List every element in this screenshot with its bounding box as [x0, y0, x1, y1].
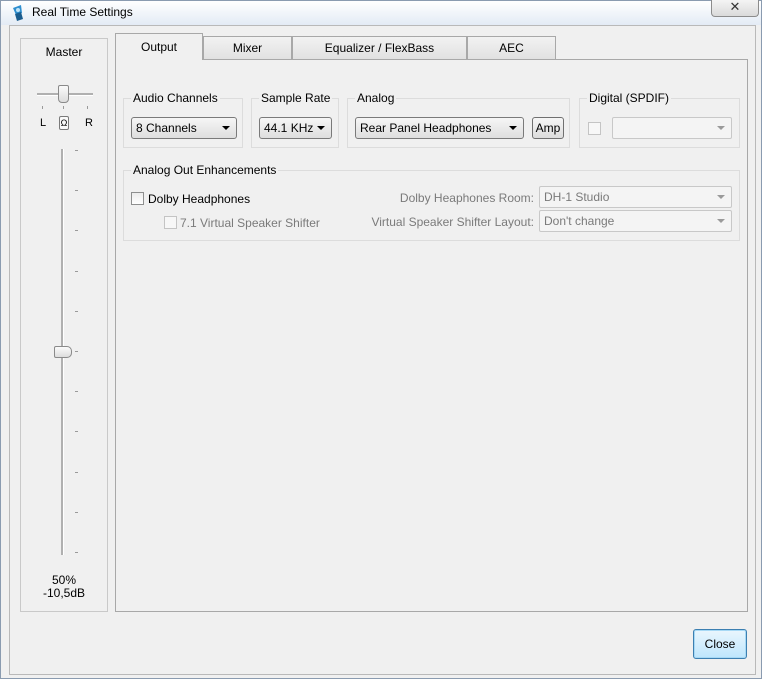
dolby-headphones-label[interactable]: Dolby Headphones	[148, 192, 250, 206]
amp-button[interactable]: Amp	[532, 117, 564, 139]
volume-tick	[75, 150, 78, 151]
volume-tick	[75, 351, 78, 352]
dropdown-arrow-icon	[317, 126, 325, 130]
output-tab-panel: Audio Channels 8 Channels Sample Rate 44…	[115, 59, 748, 612]
balance-tick	[42, 106, 43, 109]
dolby-headphones-room-dropdown[interactable]: DH-1 Studio	[539, 186, 732, 208]
volume-tick	[75, 270, 78, 272]
audio-channels-dropdown[interactable]: 8 Channels	[131, 117, 237, 139]
analog-out-enhancements-group: Analog Out Enhancements Dolby Headphones…	[123, 163, 740, 241]
dialog-client-area: Master L Ω R 50% -10,5dB Output Mixer Eq…	[9, 25, 756, 675]
enhancements-title: Analog Out Enhancements	[131, 163, 279, 177]
digital-spdif-checkbox[interactable]	[588, 122, 601, 135]
dropdown-arrow-icon	[717, 195, 725, 199]
audio-channels-group: Audio Channels 8 Channels	[123, 91, 243, 148]
dropdown-arrow-icon	[717, 126, 725, 130]
volume-tick	[75, 391, 78, 393]
analog-output-value: Rear Panel Headphones	[360, 121, 492, 135]
volume-db: -10,5dB	[42, 586, 86, 600]
volume-tick	[75, 190, 78, 192]
tab-output[interactable]: Output	[115, 33, 203, 60]
sample-rate-value: 44.1 KHz	[264, 121, 314, 135]
virtual-speaker-layout-value: Don't change	[544, 214, 615, 228]
volume-slider-thumb[interactable]	[54, 346, 72, 358]
dropdown-arrow-icon	[509, 126, 517, 130]
dolby-headphones-room-value: DH-1 Studio	[544, 190, 610, 204]
volume-tick	[75, 471, 78, 473]
digital-spdif-group: Digital (SPDIF)	[579, 91, 740, 148]
dolby-headphones-room-label: Dolby Heaphones Room:	[399, 191, 534, 205]
analog-output-dropdown[interactable]: Rear Panel Headphones	[355, 117, 524, 139]
volume-tick	[75, 511, 78, 513]
master-title: Master	[45, 45, 83, 59]
window-title: Real Time Settings	[32, 5, 133, 19]
audio-channels-title: Audio Channels	[131, 91, 220, 105]
virtual-speaker-shifter-label[interactable]: 7.1 Virtual Speaker Shifter	[180, 216, 320, 230]
volume-percent: 50%	[51, 573, 77, 587]
title-bar: Real Time Settings ✕	[1, 0, 761, 25]
virtual-speaker-layout-dropdown[interactable]: Don't change	[539, 210, 732, 232]
dropdown-arrow-icon	[717, 219, 725, 223]
balance-slider-thumb[interactable]	[58, 85, 69, 103]
sample-rate-title: Sample Rate	[259, 91, 333, 105]
balance-center-lock-icon[interactable]: Ω	[59, 116, 69, 130]
digital-spdif-dropdown[interactable]	[612, 117, 732, 139]
tab-aec[interactable]: AEC	[467, 36, 556, 59]
analog-group: Analog Rear Panel Headphones Amp	[347, 91, 570, 148]
analog-title: Analog	[355, 91, 397, 105]
sample-rate-dropdown[interactable]: 44.1 KHz	[259, 117, 332, 139]
volume-tick	[75, 230, 78, 232]
volume-tick	[75, 552, 78, 553]
tab-equalizer-flexbass[interactable]: Equalizer / FlexBass	[292, 36, 467, 59]
virtual-speaker-layout-label: Virtual Speaker Shifter Layout:	[371, 215, 534, 229]
window-close-button[interactable]: ✕	[711, 0, 759, 17]
volume-tick	[75, 431, 78, 433]
app-speaker-icon	[13, 5, 23, 21]
real-time-settings-window: Real Time Settings ✕ Master L Ω R 50% -1…	[0, 0, 762, 679]
audio-channels-value: 8 Channels	[136, 121, 197, 135]
balance-tick	[87, 106, 88, 109]
dropdown-arrow-icon	[222, 126, 230, 130]
balance-left-label: L	[40, 117, 47, 129]
balance-tick	[63, 106, 64, 109]
digital-spdif-title: Digital (SPDIF)	[587, 91, 672, 105]
tab-mixer[interactable]: Mixer	[203, 36, 292, 59]
master-volume-panel: Master L Ω R 50% -10,5dB	[20, 38, 108, 612]
virtual-speaker-shifter-checkbox[interactable]	[164, 216, 177, 229]
close-button[interactable]: Close	[693, 629, 747, 659]
balance-right-label: R	[85, 117, 93, 129]
sample-rate-group: Sample Rate 44.1 KHz	[251, 91, 339, 148]
volume-tick	[75, 310, 78, 312]
dolby-headphones-checkbox[interactable]	[131, 192, 144, 205]
